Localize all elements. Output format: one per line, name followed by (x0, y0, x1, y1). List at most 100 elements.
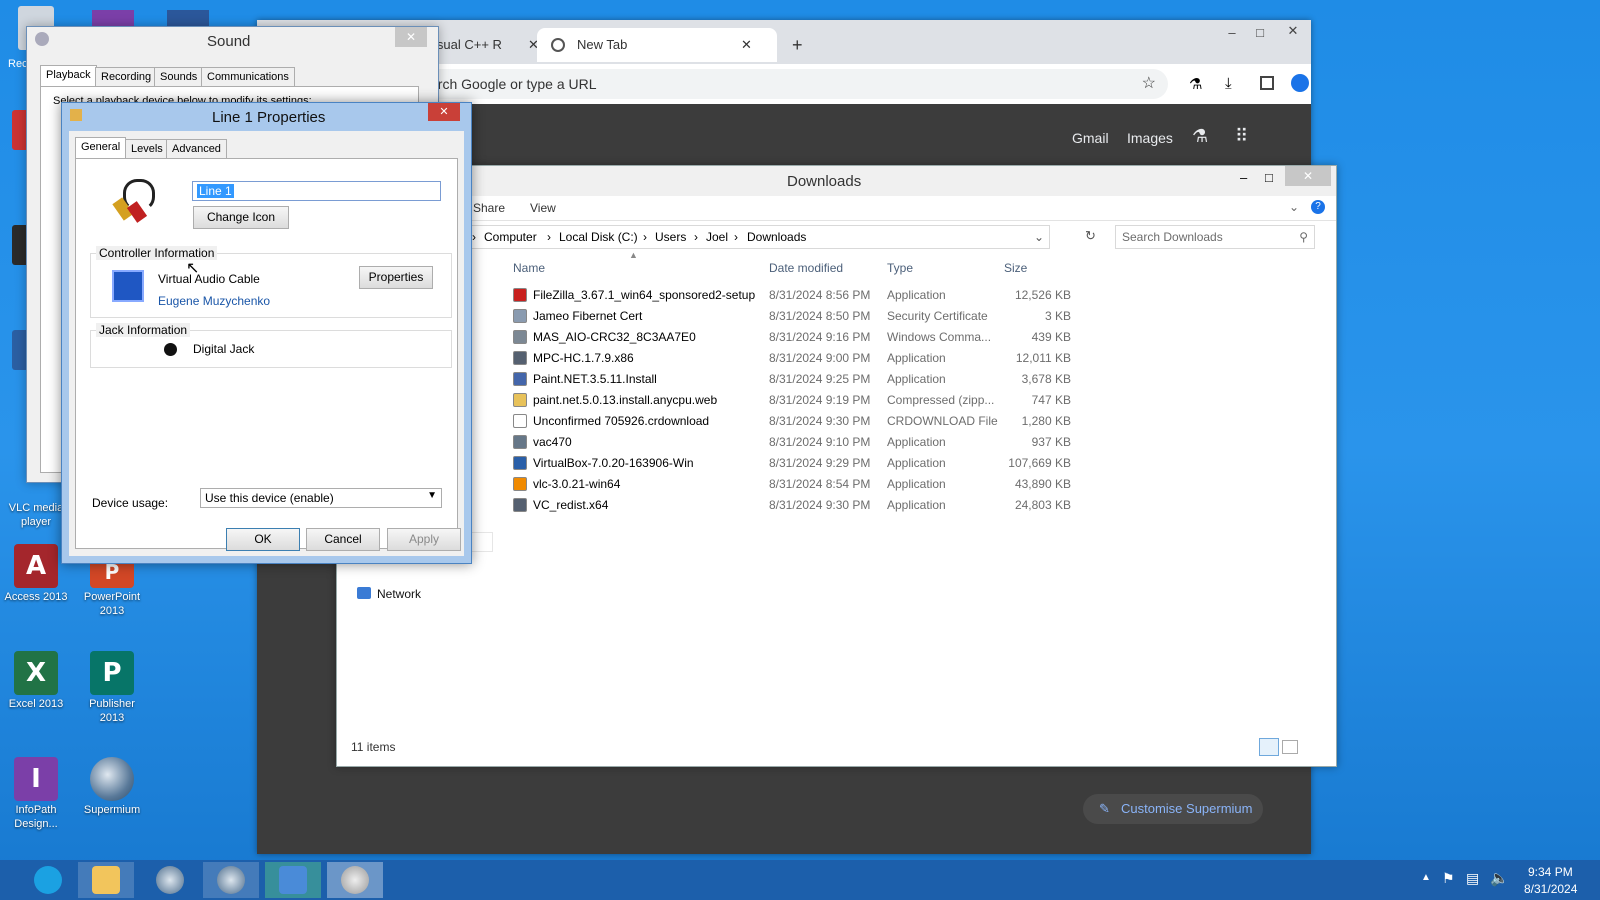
controller-properties-button[interactable]: Properties (359, 266, 433, 289)
breadcrumb-item[interactable]: Local Disk (C:) (559, 226, 638, 248)
minimize-icon[interactable]: – (1221, 25, 1243, 40)
maximize-icon[interactable]: □ (1249, 25, 1271, 40)
taskbar-explorer[interactable] (78, 862, 134, 898)
desktop-icon-excel[interactable]: X Excel 2013 (0, 651, 72, 711)
ok-button[interactable]: OK (226, 528, 300, 551)
column-header-size[interactable]: Size (1004, 261, 1027, 275)
breadcrumb-item[interactable]: Computer (484, 226, 537, 248)
show-hidden-icons-icon[interactable]: ▲ (1421, 872, 1431, 883)
tab-recording[interactable]: Recording (95, 67, 158, 87)
change-icon-button[interactable]: Change Icon (193, 206, 289, 229)
maximize-icon[interactable]: □ (1265, 170, 1273, 185)
breadcrumb[interactable]: › Computer › Local Disk (C:) › Users › J… (468, 225, 1050, 249)
images-link[interactable]: Images (1127, 130, 1173, 146)
clock-time[interactable]: 9:34 PM (1528, 865, 1573, 879)
file-size: 3 KB (1044, 309, 1071, 323)
taskbar-supermium[interactable] (142, 862, 198, 898)
close-icon[interactable]: ✕ (395, 27, 427, 47)
column-header-date[interactable]: Date modified (769, 261, 843, 275)
chevron-right-icon: › (472, 230, 476, 244)
close-icon[interactable]: ✕ (1285, 166, 1331, 186)
clock-date[interactable]: 8/31/2024 (1524, 882, 1577, 896)
apps-grid-icon[interactable]: ⠿ (1235, 126, 1248, 147)
chevron-down-icon[interactable]: ⌄ (1289, 200, 1299, 214)
desktop-icon-infopath[interactable]: I InfoPath Design... (0, 757, 72, 831)
action-center-flag-icon[interactable]: ⚑ (1442, 870, 1455, 887)
close-icon[interactable]: ✕ (741, 28, 752, 62)
desktop-icon-powerpoint[interactable]: P PowerPoint 2013 (76, 556, 148, 618)
tab-communications[interactable]: Communications (201, 67, 295, 87)
chevron-right-icon: › (643, 230, 647, 244)
tab-general[interactable]: General (75, 137, 127, 160)
tab-levels[interactable]: Levels (125, 139, 169, 159)
column-header-type[interactable]: Type (887, 261, 913, 275)
file-type-icon (513, 414, 527, 428)
tab-playback[interactable]: Playback (40, 65, 97, 88)
customise-button[interactable]: ✎ Customise Supermium (1083, 794, 1263, 824)
omnibox[interactable]: arch Google or type a URL ☆ (422, 69, 1168, 99)
file-row[interactable]: MPC-HC.1.7.9.x86 8/31/2024 9:00 PM Applica… (513, 348, 1113, 369)
download-icon[interactable]: ⤓ (1225, 75, 1232, 92)
nav-item-network[interactable]: Network (377, 587, 421, 601)
taskbar-supermium-2[interactable] (203, 862, 259, 898)
gmail-link[interactable]: Gmail (1072, 130, 1109, 146)
cancel-button[interactable]: Cancel (306, 528, 380, 551)
file-size: 937 KB (1031, 435, 1071, 449)
tab-sounds[interactable]: Sounds (154, 67, 204, 87)
minimize-icon[interactable]: – (1240, 170, 1247, 185)
tab-visual-cpp[interactable]: isual C++ R ✕ (434, 28, 542, 62)
omnibox-placeholder: arch Google or type a URL (430, 76, 597, 92)
ribbon-tab-view[interactable]: View (530, 201, 556, 215)
close-icon[interactable]: ✕ (428, 103, 460, 121)
breadcrumb-item[interactable]: Users (655, 226, 686, 248)
breadcrumb-item[interactable]: Downloads (747, 226, 806, 248)
file-row[interactable]: vac470 8/31/2024 9:10 PM Application 937 KB (513, 432, 1113, 453)
file-row[interactable]: vlc-3.0.21-win64 8/31/2024 8:54 PM Applica… (513, 474, 1113, 495)
file-row[interactable]: Unconfirmed 705926.crdownload 8/31/2024 9… (513, 411, 1113, 432)
side-panel-icon[interactable] (1260, 76, 1274, 90)
file-row[interactable]: Jameo Fibernet Cert 8/31/2024 8:50 PM Secu… (513, 306, 1113, 327)
help-icon[interactable]: ? (1311, 200, 1325, 214)
breadcrumb-item[interactable]: Joel (706, 226, 728, 248)
apply-button[interactable]: Apply (387, 528, 461, 551)
tab-new-tab[interactable]: New Tab ✕ (537, 28, 777, 62)
ribbon-tab-share[interactable]: Share (473, 201, 505, 215)
chevron-right-icon: › (547, 230, 551, 244)
refresh-icon[interactable]: ↻ (1085, 228, 1096, 244)
file-row[interactable]: Paint.NET.3.5.11.Install 8/31/2024 9:25 P… (513, 369, 1113, 390)
file-row[interactable]: MAS_AIO-CRC32_8C3AA7E0 8/31/2024 9:16 PM W… (513, 327, 1113, 348)
desktop-icon-supermium[interactable]: Supermium (76, 757, 148, 817)
close-icon[interactable]: ✕ (1279, 23, 1307, 39)
file-name: MPC-HC.1.7.9.x86 (533, 351, 634, 365)
file-row[interactable]: FileZilla_3.67.1_win64_sponsored2-setup 8… (513, 285, 1113, 306)
volume-icon[interactable]: 🔈 (1490, 869, 1509, 887)
explorer-titlebar[interactable]: Downloads – □ ✕ (337, 166, 1336, 196)
taskbar-control-panel[interactable] (265, 862, 321, 898)
labs-icon[interactable]: ⚗ (1192, 126, 1208, 147)
column-header-name[interactable]: Name (513, 261, 545, 275)
file-row[interactable]: VC_redist.x64 8/31/2024 9:30 PM Applicatio… (513, 495, 1113, 516)
props-tabs: General Levels Advanced (75, 137, 455, 160)
labs-flask-icon[interactable]: ⚗ (1189, 75, 1202, 93)
file-row[interactable]: paint.net.5.0.13.install.anycpu.web 8/31/… (513, 390, 1113, 411)
new-tab-button[interactable]: + (792, 28, 803, 62)
large-icons-view-icon[interactable] (1282, 740, 1298, 754)
device-usage-select[interactable]: Use this device (enable) ▼ (200, 488, 442, 508)
taskbar-ie[interactable] (20, 862, 76, 898)
file-type: Application (887, 456, 946, 470)
taskbar-sound[interactable] (327, 862, 383, 898)
controller-name: Virtual Audio Cable (158, 272, 260, 286)
desktop-icon-publisher[interactable]: P Publisher 2013 (76, 651, 148, 725)
jack-dot-icon (164, 343, 177, 356)
tab-advanced[interactable]: Advanced (166, 139, 227, 159)
chevron-down-icon[interactable]: ⌄ (1034, 226, 1044, 248)
bookmark-star-icon[interactable]: ☆ (1142, 69, 1156, 99)
device-name-input[interactable]: Line 1 (192, 181, 441, 201)
search-input[interactable]: Search Downloads ⚲ (1115, 225, 1315, 249)
profile-avatar-icon[interactable] (1291, 74, 1309, 92)
file-row[interactable]: VirtualBox-7.0.20-163906-Win 8/31/2024 9:… (513, 453, 1113, 474)
details-view-icon[interactable] (1259, 738, 1279, 756)
network-tray-icon[interactable]: ▤ (1466, 870, 1479, 887)
folder-icon (92, 866, 120, 894)
controller-vendor-link[interactable]: Eugene Muzychenko (158, 294, 270, 308)
